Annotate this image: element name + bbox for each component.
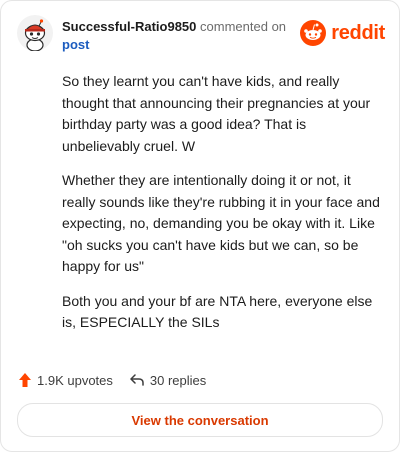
comment-stats: 1.9K upvotes 30 replies <box>18 369 382 391</box>
logo-text: reddit <box>331 21 385 44</box>
reddit-logo[interactable]: reddit <box>299 19 385 47</box>
reddit-alien-icon <box>300 20 327 46</box>
replies-count: 30 replies <box>149 372 207 388</box>
post-link[interactable]: post <box>62 36 302 54</box>
comment-header: Successful-Ratio9850 commented on post r… <box>15 15 385 55</box>
comment-meta: Successful-Ratio9850 commented on post <box>62 18 302 54</box>
action-text: commented on <box>200 19 287 34</box>
comment-card: Successful-Ratio9850 commented on post r… <box>0 0 400 452</box>
username[interactable]: Successful-Ratio9850 <box>62 19 196 34</box>
reply-arrow-icon <box>130 374 144 386</box>
comment-paragraph: Whether they are intentionally doing it … <box>62 172 380 274</box>
upvotes-stat[interactable]: 1.9K upvotes <box>18 372 113 388</box>
comment-body: So they learnt you can't have kids, and … <box>62 71 384 347</box>
comment-paragraph: Both you and your bf are NTA here, every… <box>62 292 373 331</box>
view-conversation-button[interactable]: View the conversation <box>17 403 383 437</box>
upvote-arrow-icon <box>19 373 31 387</box>
replies-stat[interactable]: 30 replies <box>129 373 206 388</box>
snoo-avatar-icon[interactable] <box>17 15 53 52</box>
comment-paragraph: So they learnt you can't have kids, and … <box>62 73 371 154</box>
upvotes-count: 1.9K upvotes <box>37 372 113 388</box>
